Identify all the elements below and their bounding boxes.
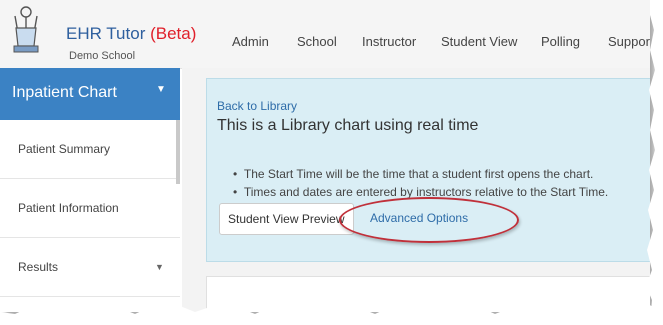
ehr-tutor-logo-icon [13,6,39,53]
lower-panel [206,276,650,312]
student-view-preview-button[interactable]: Student View Preview [219,203,354,235]
app-window: EHR Tutor (Beta) Demo School Admin Schoo… [0,0,650,312]
brand-name: EHR Tutor [66,24,146,43]
sidebar-item-label: Patient Summary [18,142,111,156]
sidebar-item-label: Results [18,260,59,274]
nav-student-view[interactable]: Student View [441,34,517,49]
nav-school[interactable]: School [297,34,337,49]
app-brand[interactable]: EHR Tutor (Beta) [66,24,196,44]
sidebar-item-patient-information[interactable]: Patient Information [0,179,180,238]
beta-badge: (Beta) [150,24,197,43]
sidebar-scrollbar[interactable] [176,120,180,184]
sidebar-item-results[interactable]: Results ▼ [0,238,180,297]
sidebar-item-label: Patient Information [18,201,119,215]
chart-title: This is a Library chart using real time [217,117,479,134]
back-to-library-link[interactable]: Back to Library [217,99,297,113]
main-content: Back to Library This is a Library chart … [182,68,650,312]
nav-support[interactable]: Suppor [608,34,650,49]
nav-instructor[interactable]: Instructor [362,34,416,49]
caret-down-icon: ▼ [155,262,164,272]
sidebar-item-patient-summary[interactable]: Patient Summary [0,120,180,179]
sidebar-header-inpatient-chart[interactable]: Inpatient Chart ▼ [0,68,180,120]
sidebar: Inpatient Chart ▼ Patient Summary Patien… [0,68,180,312]
info-bullet: • The Start Time will be the time that a… [233,167,594,181]
school-name: Demo School [69,50,136,62]
top-header: EHR Tutor (Beta) Demo School Admin Schoo… [0,0,650,69]
nav-polling[interactable]: Polling [541,34,580,49]
caret-down-icon: ▼ [156,84,166,95]
chart-info-panel: Back to Library This is a Library chart … [206,78,650,262]
info-bullet-text: The Start Time will be the time that a s… [243,167,594,181]
nav-admin[interactable]: Admin [232,34,269,49]
highlight-circle [339,197,519,243]
sidebar-header-label: Inpatient Chart [12,84,117,101]
